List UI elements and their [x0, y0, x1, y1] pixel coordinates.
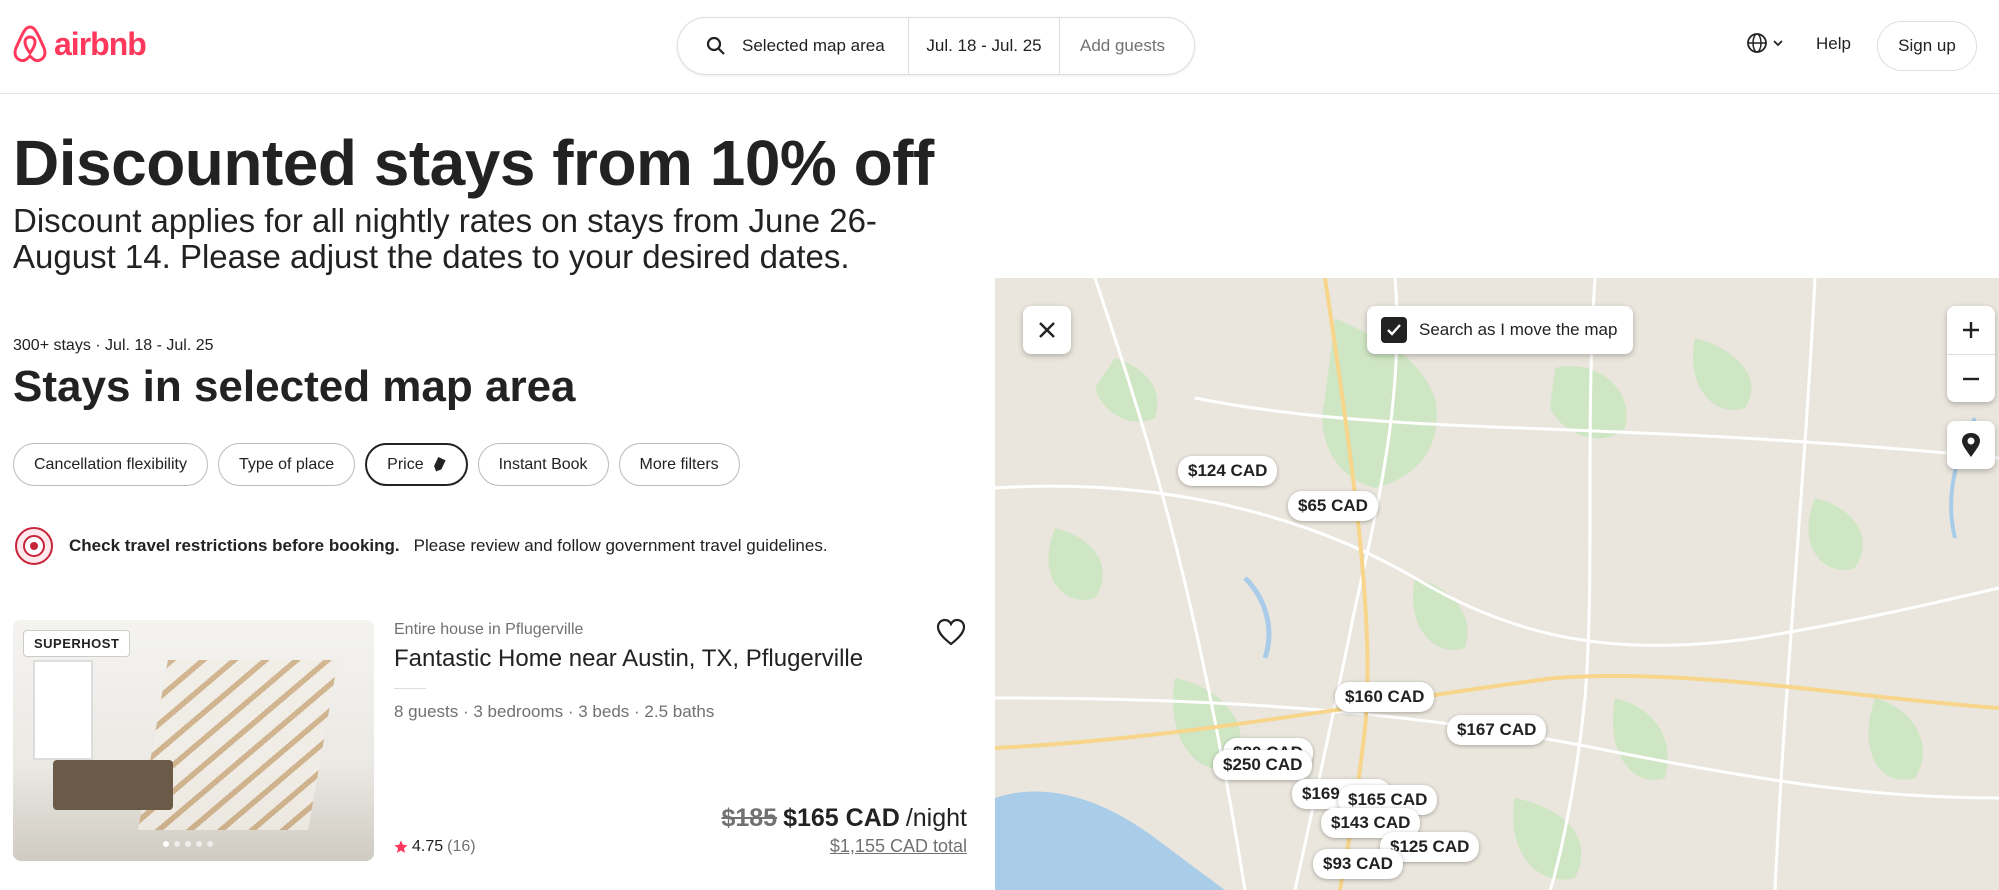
photo-carousel-dots[interactable] [163, 841, 213, 847]
listing-type: Entire house in Pflugerville [394, 621, 584, 638]
plus-icon [1963, 322, 1979, 338]
search-dates[interactable]: Jul. 18 - Jul. 25 [908, 18, 1060, 74]
filter-label: Instant Book [498, 455, 588, 473]
search-as-move-checkbox[interactable] [1381, 317, 1407, 343]
help-link[interactable]: Help [1816, 34, 1851, 54]
airbnb-logo-icon [13, 25, 47, 63]
brand-wordmark: airbnb [54, 25, 147, 62]
search-location-label: Selected map area [742, 36, 885, 55]
airbnb-logo[interactable]: airbnb [12, 24, 147, 64]
location-pin-icon [1962, 433, 1980, 457]
chevron-down-icon [1773, 40, 1783, 47]
map-price-pin[interactable]: $65 CAD [1288, 491, 1378, 521]
discounted-price: $165 CAD [783, 804, 900, 832]
listing-price: $185 $165 CAD/night [721, 804, 967, 833]
filter-type-of-place[interactable]: Type of place [217, 443, 356, 486]
travel-notice-text[interactable]: Please review and follow government trav… [414, 536, 828, 556]
map-price-pin[interactable]: $250 CAD [1213, 750, 1313, 780]
original-price: $185 [721, 804, 778, 832]
results-map[interactable]: Search as I move the map $124 CAD $65 CA… [995, 278, 1999, 890]
save-listing-button[interactable] [936, 618, 966, 651]
language-selector[interactable] [1746, 32, 1784, 54]
sign-up-button[interactable]: Sign up [1877, 21, 1977, 71]
filter-label: More filters [639, 455, 719, 473]
listing-rating: 4.75 (16) [394, 838, 476, 856]
top-header: airbnb Selected map area Jul. 18 - Jul. … [0, 0, 1999, 94]
locate-button[interactable] [1947, 421, 1995, 469]
travel-restriction-icon [15, 527, 53, 565]
filter-label: Type of place [238, 455, 335, 473]
per-night-label: /night [905, 804, 967, 832]
heart-icon [936, 618, 966, 646]
search-as-i-move-toggle[interactable]: Search as I move the map [1367, 306, 1634, 354]
zoom-out-button[interactable] [1947, 354, 1995, 402]
map-price-pin[interactable]: $167 CAD [1447, 715, 1547, 745]
globe-icon [1747, 33, 1767, 53]
total-price-link[interactable]: $1,155 CAD total [830, 836, 967, 857]
map-canvas [995, 278, 1999, 890]
filter-price[interactable]: Price [365, 443, 468, 486]
close-map-button[interactable] [1023, 306, 1071, 354]
map-price-pin[interactable]: $124 CAD [1178, 456, 1278, 486]
promo-title: Discounted stays from 10% off [13, 127, 934, 199]
search-bar[interactable]: Selected map area Jul. 18 - Jul. 25 Add … [677, 17, 1195, 75]
star-icon [394, 840, 408, 853]
travel-restrictions-notice: Check travel restrictions before booking… [13, 525, 828, 567]
results-title: Stays in selected map area [13, 362, 576, 411]
zoom-in-button[interactable] [1947, 306, 1995, 354]
search-icon [706, 36, 725, 55]
promo-subtitle: Discount applies for all nightly rates o… [13, 202, 877, 275]
travel-notice-headline: Check travel restrictions before booking… [69, 536, 400, 555]
review-count: (16) [447, 838, 476, 855]
search-dates-label: Jul. 18 - Jul. 25 [926, 36, 1042, 55]
results-meta: 300+ stays · Jul. 18 - Jul. 25 [13, 337, 214, 354]
filter-bar: Cancellation flexibility Type of place P… [13, 443, 740, 486]
superhost-badge: SUPERHOST [23, 630, 131, 657]
checkmark-icon [1387, 324, 1401, 336]
filter-instant-book[interactable]: Instant Book [477, 443, 609, 486]
close-icon [1039, 322, 1055, 338]
divider [394, 688, 426, 689]
search-guests[interactable]: Add guests [1060, 18, 1185, 74]
rating-value: 4.75 [412, 838, 444, 855]
map-price-pin[interactable]: $93 CAD [1313, 849, 1403, 879]
listing-photo[interactable]: SUPERHOST [13, 620, 374, 861]
search-location[interactable]: Selected map area [678, 18, 908, 74]
zoom-controls [1947, 306, 1995, 402]
filter-cancellation-flexibility[interactable]: Cancellation flexibility [13, 443, 208, 486]
tag-icon [433, 456, 446, 471]
filter-label: Price [387, 455, 424, 473]
filter-more-filters[interactable]: More filters [618, 443, 740, 486]
filter-label: Cancellation flexibility [34, 455, 187, 473]
search-as-move-label: Search as I move the map [1419, 320, 1618, 339]
map-price-pin[interactable]: $160 CAD [1335, 682, 1435, 712]
listing-title[interactable]: Fantastic Home near Austin, TX, Pflugerv… [394, 645, 863, 673]
minus-icon [1963, 377, 1979, 380]
listing-details: 8 guests · 3 bedrooms · 3 beds · 2.5 bat… [394, 702, 715, 721]
search-guests-label: Add guests [1080, 36, 1166, 55]
